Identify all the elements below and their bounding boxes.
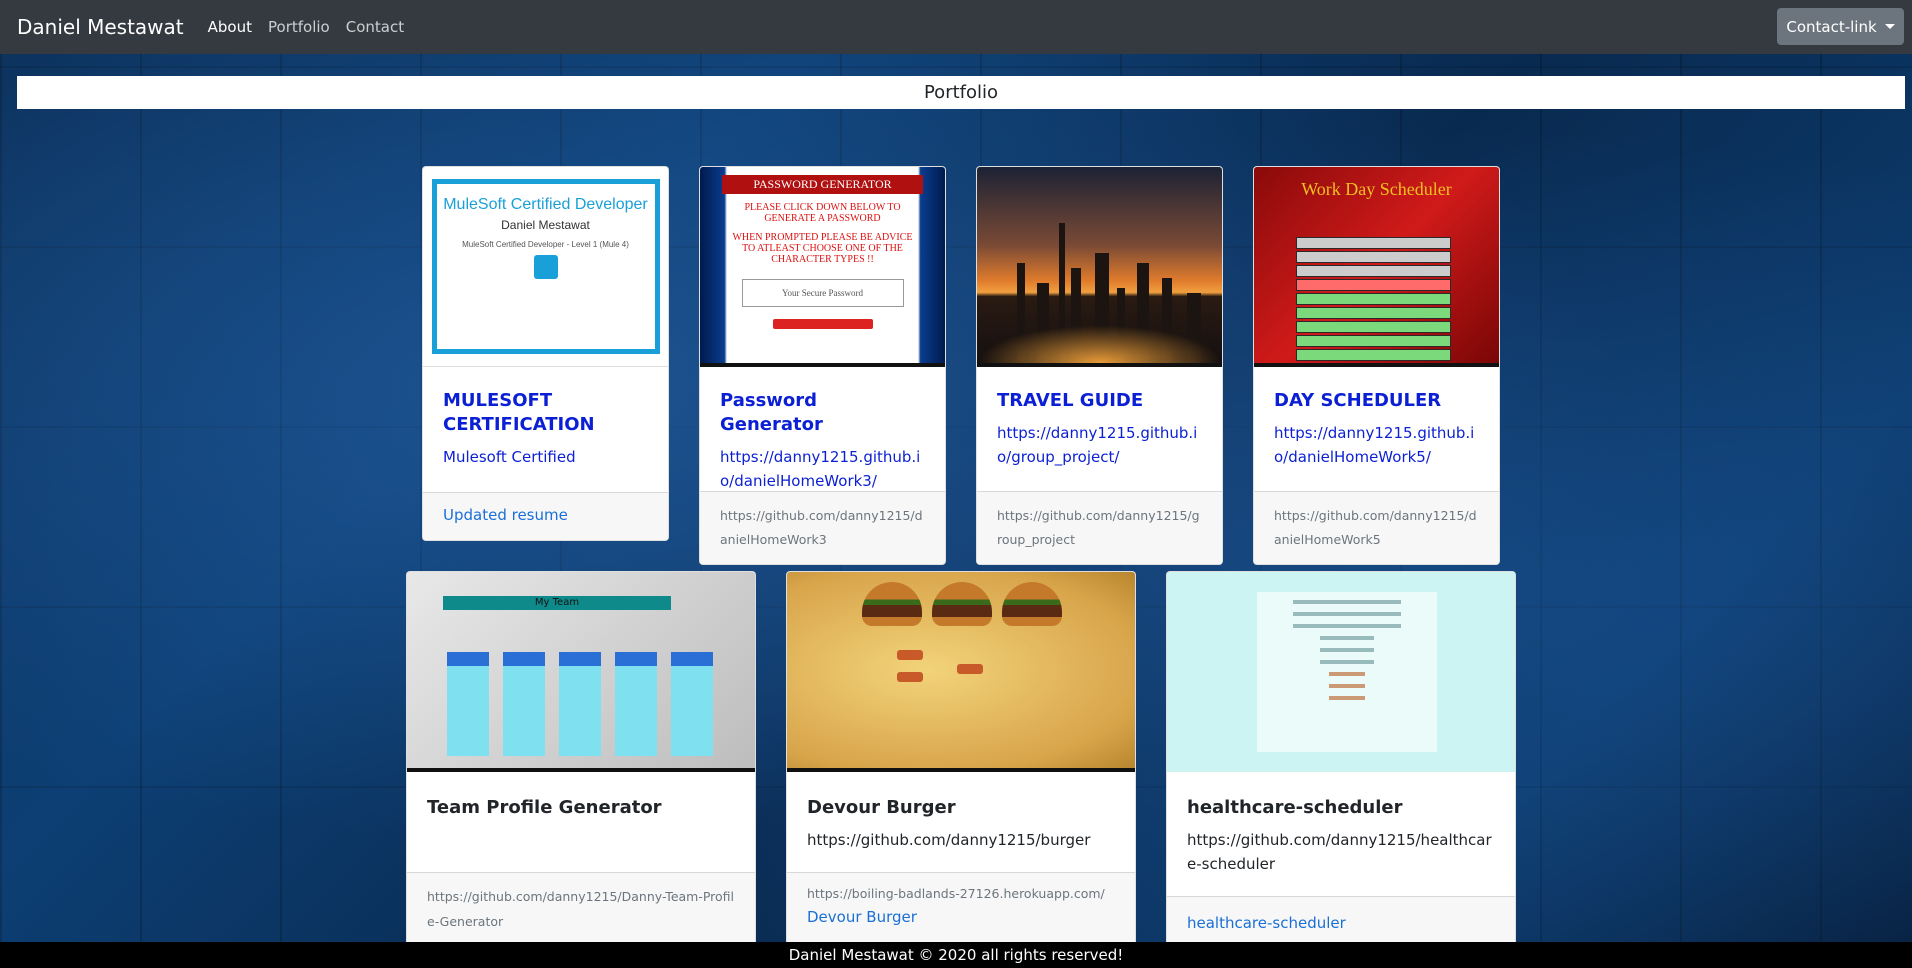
card-footer[interactable]: https://github.com/danny1215/danielHomeW… [700, 491, 945, 564]
pwd-line2: WHEN PROMPTED PLEASE BE ADVICE TO ATLEAS… [732, 232, 913, 265]
card-title: Devour Burger [807, 797, 956, 818]
card-link[interactable]: https://danny1215.github.io/danielHomeWo… [1274, 421, 1479, 469]
card-link[interactable]: https://danny1215.github.io/danielHomeWo… [720, 445, 925, 493]
card-link[interactable]: Mulesoft Certified [443, 445, 648, 469]
caret-down-icon [1884, 24, 1895, 29]
footer-link[interactable]: Devour Burger [807, 908, 917, 926]
footer-link[interactable]: healthcare-scheduler [1187, 914, 1346, 932]
cert-name: Daniel Mestawat [501, 218, 590, 232]
card-text: https://github.com/danny1215/burger [807, 831, 1091, 849]
pwd-line1: PLEASE CLICK DOWN BELOW TO GENERATE A PA… [744, 202, 901, 224]
team-header: My Team [443, 596, 671, 610]
footer-text[interactable]: https://boiling-badlands-27126.herokuapp… [807, 883, 1115, 905]
city-skyline-image [977, 167, 1222, 367]
resume-link[interactable]: Updated resume [443, 506, 568, 524]
pwd-box: Your Secure Password [741, 279, 904, 307]
project-card: TRAVEL GUIDE https://danny1215.github.io… [976, 166, 1223, 565]
nav-portfolio[interactable]: Portfolio [268, 18, 330, 36]
card-title[interactable]: DAY SCHEDULER [1274, 389, 1479, 413]
contact-link-dropdown[interactable]: Contact-link [1777, 8, 1904, 45]
copyright-text: Daniel Mestawat © 2020 all rights reserv… [788, 946, 1124, 964]
day-title: Work Day Scheduler [1301, 179, 1452, 199]
footer-text[interactable]: https://github.com/danny1215/Danny-Team-… [427, 889, 734, 929]
password-generator-image: PASSWORD GENERATOR PLEASE CLICK DOWN BEL… [700, 167, 945, 367]
nav-contact[interactable]: Contact [346, 18, 404, 36]
card-footer: https://boiling-badlands-27126.herokuapp… [787, 872, 1135, 950]
card-footer[interactable]: https://github.com/danny1215/danielHomeW… [1254, 491, 1499, 564]
mulesoft-badge-icon [533, 255, 558, 279]
nav-about[interactable]: About [208, 18, 252, 36]
dropdown-label: Contact-link [1786, 17, 1877, 36]
section-title: Portfolio [923, 82, 999, 103]
cert-title: MuleSoft Certified Developer [443, 196, 648, 213]
day-scheduler-image: Work Day Scheduler [1254, 167, 1499, 367]
pwd-header: PASSWORD GENERATOR [722, 175, 923, 194]
project-card: MuleSoft Certified Developer Daniel Mest… [422, 166, 669, 541]
page-footer: Daniel Mestawat © 2020 all rights reserv… [0, 942, 1912, 968]
card-link[interactable]: https://danny1215.github.io/group_projec… [997, 421, 1202, 469]
certificate-image: MuleSoft Certified Developer Daniel Mest… [423, 167, 668, 367]
healthcare-image [1167, 572, 1515, 772]
project-card: Devour Burger https://github.com/danny12… [786, 571, 1136, 951]
project-card: Work Day Scheduler DAY SCHEDULER https:/… [1253, 166, 1500, 565]
project-card: My Team Team Profile Generator https://g… [406, 571, 756, 951]
card-title[interactable]: MULESOFT CERTIFICATION [443, 389, 648, 437]
pwd-button [772, 319, 873, 329]
brand-link[interactable]: Daniel Mestawat [17, 15, 184, 39]
project-card: healthcare-scheduler https://github.com/… [1166, 571, 1516, 951]
navbar: Daniel Mestawat About Portfolio Contact … [0, 0, 1912, 54]
card-footer: Updated resume [423, 492, 668, 540]
card-title[interactable]: TRAVEL GUIDE [997, 389, 1202, 413]
card-text: https://github.com/danny1215/healthcare-… [1187, 831, 1492, 873]
devour-burger-image [787, 572, 1135, 772]
team-profile-image: My Team [407, 572, 755, 772]
cert-sub: MuleSoft Certified Developer - Level 1 (… [462, 240, 629, 249]
card-title: healthcare-scheduler [1187, 797, 1403, 818]
card-footer: https://github.com/danny1215/Danny-Team-… [407, 872, 755, 950]
section-heading: Portfolio [17, 76, 1905, 109]
card-title[interactable]: Password Generator [720, 389, 925, 437]
card-footer[interactable]: https://github.com/danny1215/group_proje… [977, 491, 1222, 564]
card-title: Team Profile Generator [427, 797, 662, 818]
project-card: PASSWORD GENERATOR PLEASE CLICK DOWN BEL… [699, 166, 946, 565]
